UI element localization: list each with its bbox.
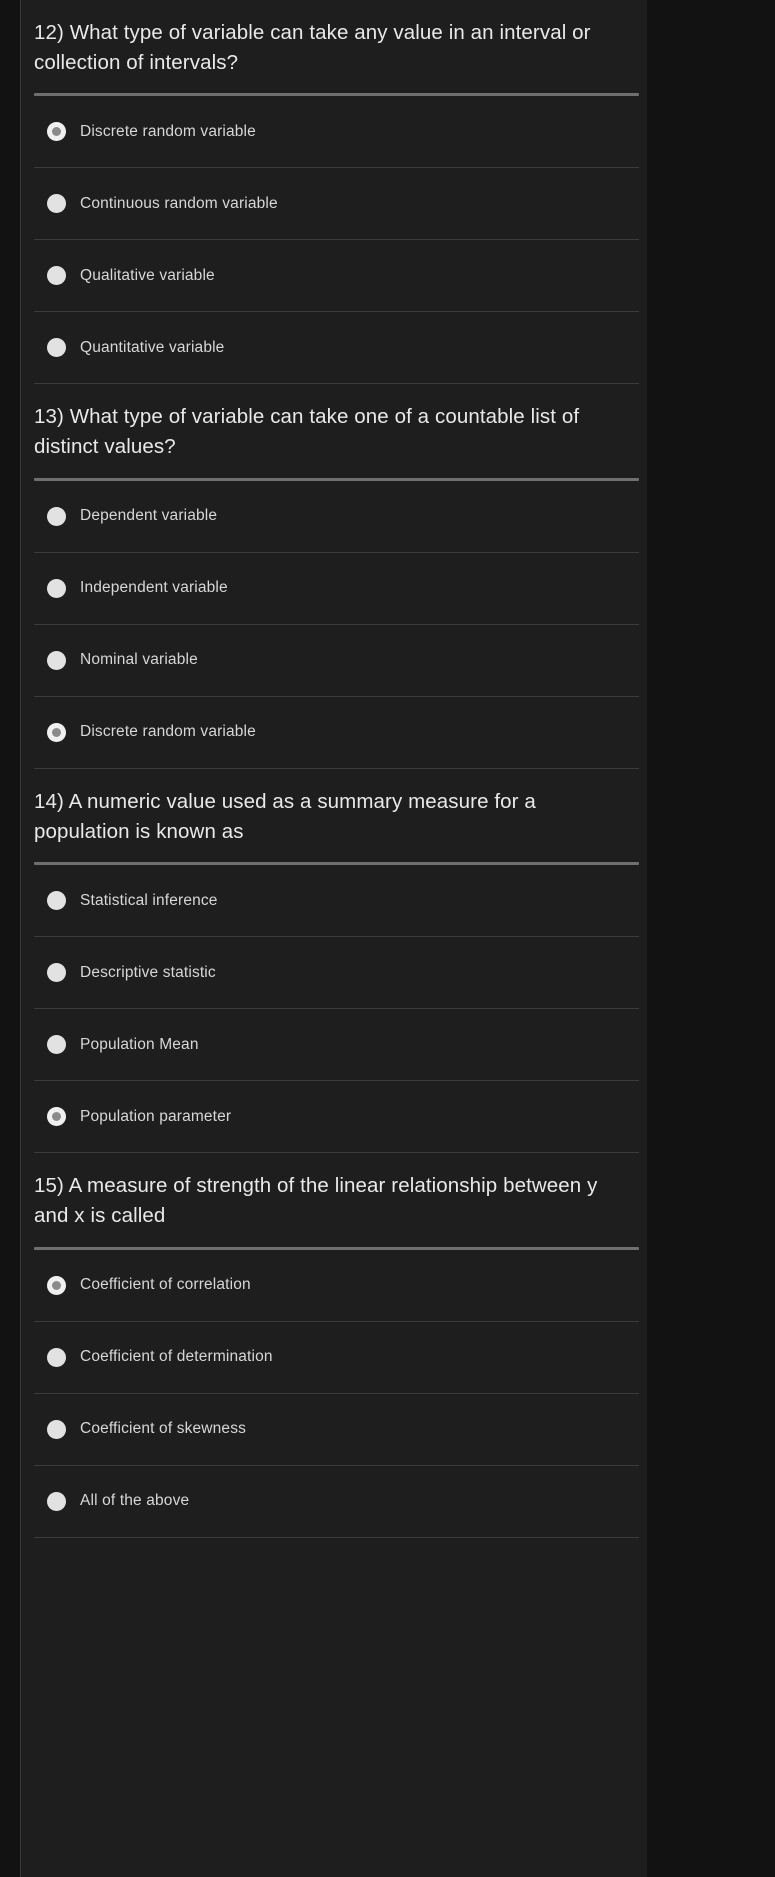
option-row[interactable]: Statistical inference: [21, 865, 647, 936]
option-row[interactable]: Descriptive statistic: [21, 937, 647, 1008]
radio-unselected-icon[interactable]: [47, 650, 66, 670]
option-row[interactable]: Independent variable: [21, 553, 647, 624]
question-block: 13) What type of variable can take one o…: [21, 384, 647, 769]
question-text: 13) What type of variable can take one o…: [34, 405, 580, 459]
option-label: Coefficient of determination: [80, 1348, 273, 1366]
option-row[interactable]: Quantitative variable: [21, 312, 647, 383]
option-row[interactable]: Discrete random variable: [21, 697, 647, 768]
radio-unselected-icon[interactable]: [47, 1491, 66, 1511]
option-row[interactable]: Nominal variable: [21, 625, 647, 696]
radio-selected-icon[interactable]: [47, 1275, 66, 1295]
option-row[interactable]: Dependent variable: [21, 481, 647, 552]
question-block: 12) What type of variable can take any v…: [21, 0, 647, 385]
quiz-panel: 12) What type of variable can take any v…: [21, 0, 647, 1877]
option-label: Population Mean: [80, 1035, 199, 1053]
option-label: Coefficient of correlation: [80, 1276, 251, 1294]
option-label: Population parameter: [80, 1107, 232, 1125]
option-row[interactable]: Population parameter: [21, 1081, 647, 1152]
option-row[interactable]: Discrete random variable: [21, 96, 647, 167]
option-list: Coefficient of correlation Coefficient of…: [21, 1250, 647, 1538]
quiz-screen: 12) What type of variable can take any v…: [0, 0, 775, 1877]
question-text: 12) What type of variable can take any v…: [34, 21, 591, 74]
option-label: Statistical inference: [80, 891, 218, 909]
option-row[interactable]: Coefficient of skewness: [21, 1394, 647, 1465]
option-label: Qualitative variable: [80, 266, 215, 284]
option-label: Independent variable: [80, 579, 228, 597]
radio-unselected-icon[interactable]: [47, 578, 66, 598]
option-label: Continuous random variable: [80, 194, 278, 212]
option-label: Coefficient of skewness: [80, 1420, 246, 1438]
option-divider: [34, 1536, 639, 1538]
option-label: Descriptive statistic: [80, 963, 216, 981]
radio-selected-icon[interactable]: [47, 1107, 66, 1127]
radio-unselected-icon[interactable]: [47, 1347, 66, 1367]
option-label: Discrete random variable: [80, 723, 256, 741]
option-list: Discrete random variable Continuous rando…: [21, 96, 647, 385]
radio-unselected-icon[interactable]: [47, 194, 66, 214]
radio-unselected-icon[interactable]: [47, 963, 66, 983]
radio-unselected-icon[interactable]: [47, 506, 66, 526]
radio-selected-icon[interactable]: [47, 722, 66, 742]
question-text: 15) A measure of strength of the linear …: [34, 1174, 598, 1228]
question-block: 15) A measure of strength of the linear …: [21, 1153, 647, 1538]
option-row[interactable]: Continuous random variable: [21, 168, 647, 239]
question-block: 14) A numeric value used as a summary me…: [21, 769, 647, 1154]
radio-unselected-icon[interactable]: [47, 1419, 66, 1439]
radio-unselected-icon[interactable]: [47, 1035, 66, 1055]
option-row[interactable]: Coefficient of determination: [21, 1322, 647, 1393]
option-row[interactable]: All of the above: [21, 1466, 647, 1537]
option-label: Discrete random variable: [80, 122, 256, 140]
option-label: Dependent variable: [80, 507, 218, 525]
radio-unselected-icon[interactable]: [47, 338, 66, 358]
option-row[interactable]: Qualitative variable: [21, 240, 647, 311]
option-list: Statistical inference Descriptive statist…: [21, 865, 647, 1154]
radio-unselected-icon[interactable]: [47, 891, 66, 911]
option-label: Nominal variable: [80, 651, 198, 669]
radio-selected-icon[interactable]: [47, 122, 66, 142]
option-list: Dependent variable Independent variable No…: [21, 481, 647, 769]
option-label: All of the above: [80, 1492, 190, 1510]
option-label: Quantitative variable: [80, 338, 225, 356]
question-text: 14) A numeric value used as a summary me…: [34, 789, 536, 843]
radio-unselected-icon[interactable]: [47, 266, 66, 286]
option-row[interactable]: Population Mean: [21, 1009, 647, 1080]
option-row[interactable]: Coefficient of correlation: [21, 1250, 647, 1321]
